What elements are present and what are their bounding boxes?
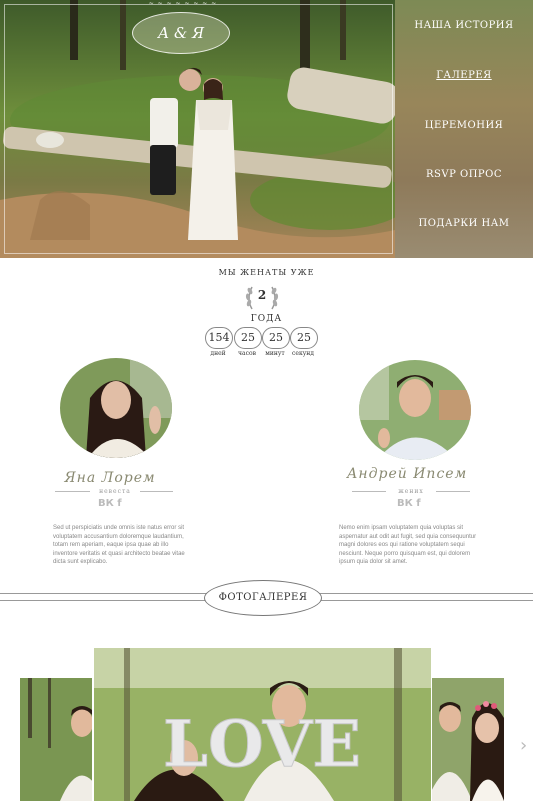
bride-role: невеста (90, 488, 140, 495)
groom-role: жених (386, 488, 436, 495)
groom-avatar (359, 360, 471, 460)
days-counter: 154 (205, 327, 233, 349)
monogram-logo[interactable]: А & Я (132, 12, 230, 54)
seconds-counter: 25 (290, 327, 318, 349)
nav-item-rsvp[interactable]: RSVP опрос (395, 169, 533, 180)
nav-item-gallery[interactable]: Галерея (395, 70, 533, 81)
years-label: года (250, 314, 283, 324)
gallery-photo-left[interactable] (20, 678, 92, 801)
bride-avatar (60, 358, 172, 458)
bride-bio: Sed ut perspiciatis unde omnis iste natu… (53, 525, 185, 565)
love-sign: LOVE (163, 707, 361, 782)
gallery-next-arrow-icon[interactable]: › (520, 735, 527, 756)
hero-top-ornament: ~ ~ ~ ~ ~ ~ ~ ~ (148, 0, 218, 7)
nav-item-ceremony[interactable]: Церемония (395, 120, 533, 131)
nav-item-gifts[interactable]: Подарки нам (395, 218, 533, 229)
bride-name: Яна Лорем (64, 470, 156, 486)
years-count: 2 (257, 288, 267, 302)
gallery-title: Фотогалерея (204, 580, 322, 616)
gallery-photo-right[interactable] (432, 678, 504, 801)
groom-bio: Nemo enim ipsam voluptatem quia voluptas… (339, 525, 477, 565)
nav-item-our-story[interactable]: Наша история (395, 20, 533, 31)
hero-banner: ~ ~ ~ ~ ~ ~ ~ ~ А & Я Наша история Галер… (0, 0, 533, 258)
groom-name: Андрей Ипсем (346, 466, 468, 482)
bride-social-icons[interactable]: ВК f (98, 498, 122, 509)
hours-counter: 25 (234, 327, 262, 349)
gallery-photo-main[interactable]: LOVE (94, 648, 431, 801)
groom-social-icons[interactable]: ВК f (397, 498, 421, 509)
main-nav: Наша история Галерея Церемония RSVP опро… (395, 0, 533, 258)
seconds-label: секунд (292, 350, 314, 357)
married-heading: Мы женаты уже (218, 268, 315, 277)
minutes-counter: 25 (262, 327, 290, 349)
